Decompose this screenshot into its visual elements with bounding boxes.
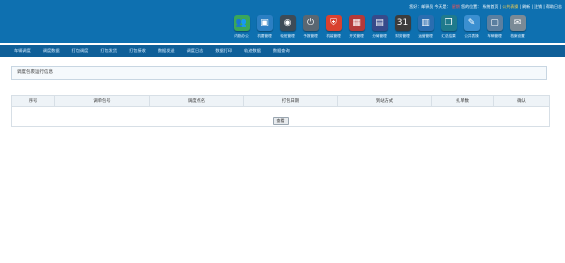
- box-icon: ▢: [486, 15, 503, 31]
- subnav-item[interactable]: 调度日志: [187, 48, 204, 54]
- chart-icon: ▥: [417, 15, 434, 31]
- toolbar-label: 机要管理: [257, 34, 272, 38]
- link-logout[interactable]: 注销: [534, 4, 542, 9]
- link-common[interactable]: 公共表操: [502, 4, 518, 9]
- toolbar-label: 机装管理: [326, 34, 341, 38]
- subnav-item[interactable]: 打包接收: [129, 48, 146, 54]
- top-status-bar: 您好：邮驿员 今天是： 星期 您的位置： 系统首页 | 公共表操 | 刷新 | …: [409, 4, 562, 9]
- data-table: 序号 调单包号 调度点名 打包日期 到站方式 扎单数 确认 查看: [11, 95, 550, 127]
- subnav-item[interactable]: 轨迹数据: [244, 48, 261, 54]
- sub-navigation: 车辆调度 调度数据 打包调度 打包发货 打包接收 数据发送 调度日志 数据打印 …: [0, 45, 565, 57]
- toolbar-label: 车辆管理: [487, 34, 502, 38]
- camera-icon: ◉: [279, 15, 296, 31]
- table-footer-row: 查看: [11, 106, 550, 127]
- toolbar-item[interactable]: ▦ 开关管理: [345, 15, 368, 43]
- search-panel: 调度包裹运行信息: [11, 66, 547, 80]
- toolbar-item[interactable]: 31 财务管理: [391, 15, 414, 43]
- document-icon: ✉: [509, 15, 526, 31]
- toolbar-label: 内勤办公: [234, 34, 249, 38]
- header-bar: 您好：邮驿员 今天是： 星期 您的位置： 系统首页 | 公共表操 | 刷新 | …: [0, 0, 565, 43]
- subnav-item[interactable]: 调度数据: [43, 48, 60, 54]
- link-refresh[interactable]: 刷新: [522, 4, 530, 9]
- toolbar-item[interactable]: ▥ 运营管理: [414, 15, 437, 43]
- col-header-pack-date[interactable]: 打包日期: [243, 95, 338, 107]
- subnav-item[interactable]: 车辆调度: [14, 48, 31, 54]
- col-header-package-no[interactable]: 调单包号: [54, 95, 150, 107]
- subnav-item[interactable]: 数据发送: [158, 48, 175, 54]
- toolbar-item[interactable]: ✉ 档案设置: [506, 15, 529, 43]
- toolbar-label: 分局管理: [372, 34, 387, 38]
- toolbar-item[interactable]: 👥 内勤办公: [230, 15, 253, 43]
- subnav-item[interactable]: 打包发货: [100, 48, 117, 54]
- calendar-icon: 31: [394, 15, 411, 31]
- col-header-point-name[interactable]: 调度点名: [149, 95, 244, 107]
- screen-icon: ▣: [256, 15, 273, 31]
- col-header-index[interactable]: 序号: [11, 95, 55, 107]
- col-header-method[interactable]: 到站方式: [337, 95, 432, 107]
- toolbar-item[interactable]: ◉ 轮班管理: [276, 15, 299, 43]
- toolbar-item[interactable]: ▤ 分局管理: [368, 15, 391, 43]
- toolbar-label: 轮班管理: [280, 34, 295, 38]
- toolbar-item[interactable]: ⛨ 机装管理: [322, 15, 345, 43]
- people-icon: 👥: [233, 15, 250, 31]
- today-label: 今天是：: [434, 4, 451, 9]
- col-header-confirm[interactable]: 确认: [493, 95, 550, 107]
- location-label: 您的位置：: [461, 4, 482, 9]
- subnav-item[interactable]: 打包调度: [72, 48, 89, 54]
- toolbar-item[interactable]: ⏻ 予报管理: [299, 15, 322, 43]
- toolbar-item[interactable]: ▢ 车辆管理: [483, 15, 506, 43]
- toolbar-label: 财务管理: [395, 34, 410, 38]
- table-header-row: 序号 调单包号 调度点名 打包日期 到站方式 扎单数 确认: [11, 95, 550, 107]
- toolbar-label: 予报管理: [303, 34, 318, 38]
- toolbar-item[interactable]: ✎ 公共表操: [460, 15, 483, 43]
- toolbar-label: 公共表操: [464, 34, 479, 38]
- power-icon: ⏻: [302, 15, 319, 31]
- table-footer-cell: 查看: [11, 106, 550, 127]
- brush-icon: ✎: [463, 15, 480, 31]
- link-help[interactable]: 帮助日志: [546, 4, 562, 9]
- folder-icon: ❒: [440, 15, 457, 31]
- monitor-icon: ▦: [348, 15, 365, 31]
- greeting-text: 您好：邮驿员: [409, 4, 434, 9]
- toolbar-label: 汇总结果: [441, 34, 456, 38]
- search-panel-label: 调度包裹运行信息: [17, 70, 53, 75]
- toolbar-label: 档案设置: [510, 34, 525, 38]
- toolbar-label: 开关管理: [349, 34, 364, 38]
- book-icon: ▤: [371, 15, 388, 31]
- query-button[interactable]: 查看: [272, 117, 289, 125]
- module-toolbar: 👥 内勤办公 ▣ 机要管理 ◉ 轮班管理 ⏻ 予报管理 ⛨ 机装管理 ▦ 开关管理 ▤ 分局管…: [230, 15, 529, 43]
- toolbar-label: 运营管理: [418, 34, 433, 38]
- location-text: 系统首页: [482, 4, 499, 9]
- shield-icon: ⛨: [325, 15, 342, 31]
- subnav-item[interactable]: 数据打印: [215, 48, 232, 54]
- toolbar-item[interactable]: ▣ 机要管理: [253, 15, 276, 43]
- app-window: 您好：邮驿员 今天是： 星期 您的位置： 系统首页 | 公共表操 | 刷新 | …: [0, 0, 565, 263]
- col-header-count[interactable]: 扎单数: [431, 95, 494, 107]
- subnav-item[interactable]: 数据查询: [273, 48, 290, 54]
- date-text: 星期: [451, 4, 460, 9]
- toolbar-item[interactable]: ❒ 汇总结果: [437, 15, 460, 43]
